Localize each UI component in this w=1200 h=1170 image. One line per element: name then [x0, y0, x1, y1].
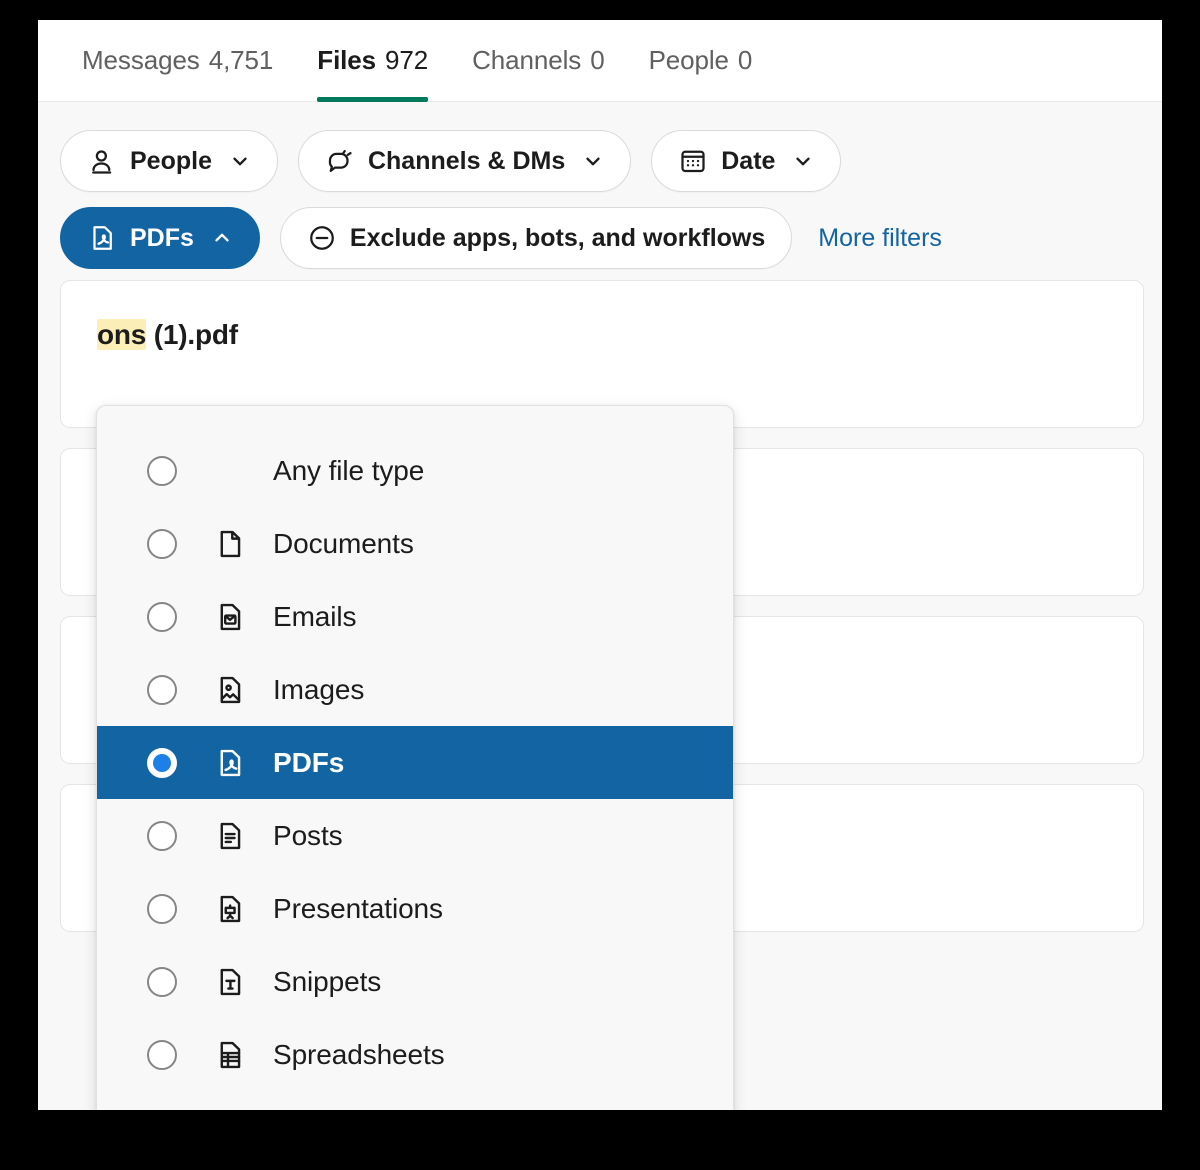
filter-row-secondary: PDFs Exclude apps, bots, and workflows M	[60, 207, 1162, 269]
file-type-dropdown-menu: Any file type Documents Emails Images PD…	[96, 405, 734, 1110]
radio-button[interactable]	[147, 601, 177, 632]
menu-item-label: Snippets	[273, 965, 382, 997]
tab-files[interactable]: Files 972	[295, 20, 450, 102]
tab-channels-label: Channels	[472, 45, 582, 75]
radio-button[interactable]	[147, 893, 177, 924]
pdf-icon	[87, 223, 117, 253]
result-title: ons (1).pdf	[97, 319, 1143, 351]
tab-people-label: People	[648, 45, 729, 75]
menu-item-label: Images	[273, 673, 365, 705]
filter-date-label: Date	[721, 146, 776, 175]
presentation-icon	[213, 892, 247, 926]
chevron-down-icon	[792, 150, 814, 172]
tab-messages-label: Messages	[82, 45, 200, 75]
menu-item-label: Posts	[273, 819, 343, 851]
menu-item-posts[interactable]: Posts	[97, 799, 733, 872]
tab-files-count: 972	[385, 45, 429, 75]
tab-messages[interactable]: Messages 4,751	[60, 20, 295, 102]
search-content: ons (1).pdf 1.pdf k Limited- 7-8-2020 19	[38, 102, 1162, 1110]
filter-row-primary: People Channels & DMs Date	[60, 130, 1162, 192]
menu-item-label: Spreadsheets	[273, 1038, 445, 1070]
tab-files-label: Files	[317, 45, 377, 75]
menu-item-label: PDFs	[273, 746, 345, 778]
channel-icon	[325, 146, 355, 176]
menu-item-pdfs[interactable]: PDFs	[97, 726, 733, 799]
snippet-icon	[213, 965, 247, 999]
radio-button[interactable]	[147, 1039, 177, 1070]
menu-item-label: Any file type	[273, 454, 425, 486]
radio-button[interactable]	[147, 966, 177, 997]
menu-item-images[interactable]: Images	[97, 653, 733, 726]
search-result-tabs: Messages 4,751 Files 972 Channels 0 People 0	[38, 20, 1162, 102]
filter-date[interactable]: Date	[651, 130, 842, 192]
post-icon	[213, 819, 247, 853]
radio-button[interactable]	[147, 674, 177, 705]
radio-button[interactable]	[147, 820, 177, 851]
people-icon	[87, 146, 117, 176]
menu-item-spreadsheets[interactable]: Spreadsheets	[97, 1018, 733, 1091]
tab-people-count: 0	[737, 45, 753, 75]
filter-exclude-apps-label: Exclude apps, bots, and workflows	[349, 223, 766, 252]
menu-item-documents[interactable]: Documents	[97, 507, 733, 580]
menu-item-any-file-type[interactable]: Any file type	[97, 434, 733, 507]
chevron-down-icon	[582, 150, 604, 172]
menu-item-videos[interactable]: Videos	[97, 1091, 733, 1110]
search-filter-bar: People Channels & DMs Date PDFs Exclude …	[38, 102, 1162, 269]
filter-people[interactable]: People	[60, 130, 278, 192]
filter-exclude-apps[interactable]: Exclude apps, bots, and workflows	[279, 207, 793, 269]
menu-item-snippets[interactable]: Snippets	[97, 945, 733, 1018]
menu-item-label: Documents	[273, 527, 414, 559]
result-title-rest: (1).pdf	[146, 319, 238, 350]
minus-circle-icon	[307, 223, 337, 253]
result-title-highlight: ons	[97, 319, 147, 350]
menu-item-emails[interactable]: Emails	[97, 580, 733, 653]
spreadsheet-icon	[213, 1038, 247, 1072]
filter-channels-dms[interactable]: Channels & DMs	[297, 130, 632, 192]
pdf-icon	[213, 746, 247, 780]
radio-button[interactable]	[147, 528, 177, 559]
document-icon	[213, 527, 247, 561]
tab-messages-count: 4,751	[208, 45, 274, 75]
menu-item-label: Presentations	[273, 892, 443, 924]
slack-search-window: Messages 4,751 Files 972 Channels 0 People 0…	[38, 20, 1162, 1110]
menu-item-label: Emails	[273, 600, 357, 632]
tab-channels[interactable]: Channels 0	[450, 20, 626, 102]
filter-filetype-label: PDFs	[130, 223, 194, 252]
image-icon	[213, 673, 247, 707]
email-icon	[213, 600, 247, 634]
filter-people-label: People	[130, 146, 212, 175]
more-filters-link[interactable]: More filters	[818, 224, 942, 253]
chevron-up-icon	[211, 227, 233, 249]
menu-item-presentations[interactable]: Presentations	[97, 872, 733, 945]
radio-button-selected[interactable]	[147, 747, 177, 778]
tab-channels-count: 0	[590, 45, 605, 75]
radio-button[interactable]	[147, 455, 177, 486]
filter-channels-label: Channels & DMs	[367, 146, 566, 175]
calendar-icon	[678, 146, 708, 176]
chevron-down-icon	[229, 150, 251, 172]
filter-filetype[interactable]: PDFs	[60, 207, 260, 269]
tab-people[interactable]: People 0	[627, 20, 775, 102]
